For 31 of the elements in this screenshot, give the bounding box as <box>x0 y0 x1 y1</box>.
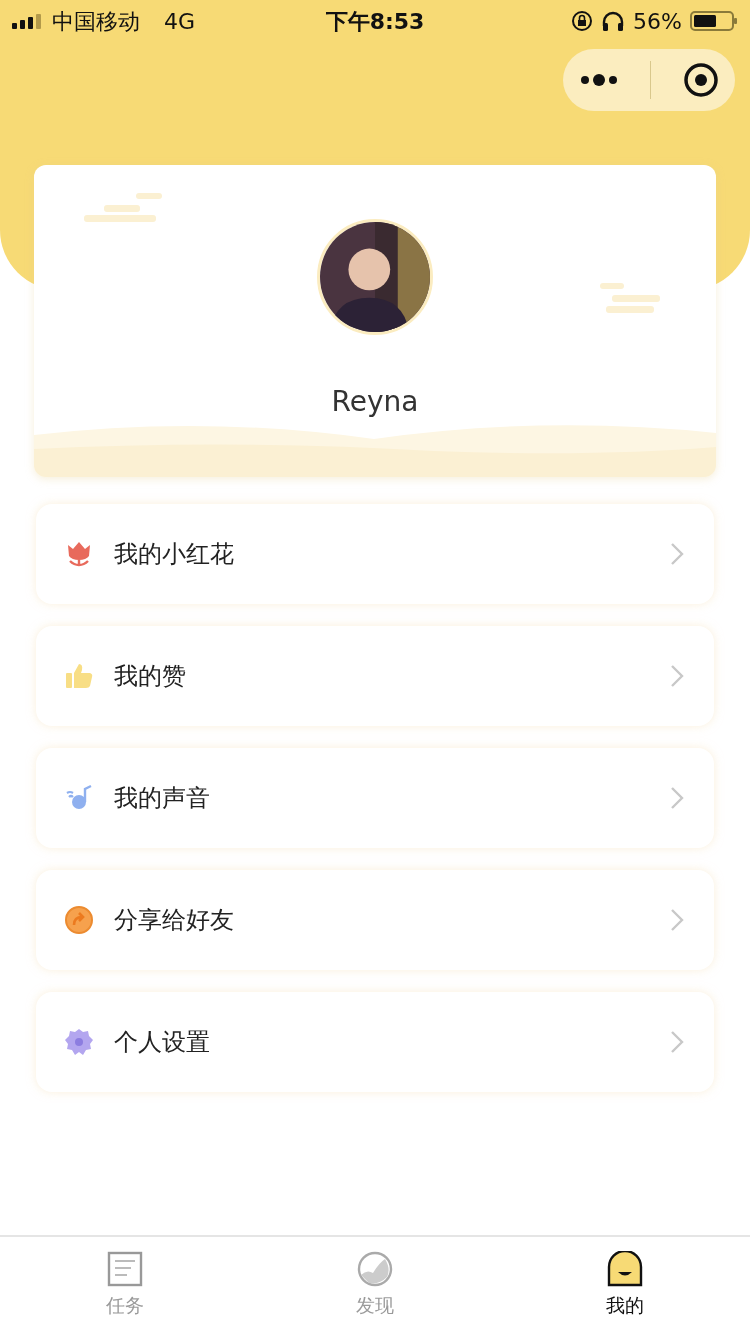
thumbs-up-icon <box>64 661 94 691</box>
headphones-icon <box>601 10 626 32</box>
chevron-icon <box>670 1030 684 1054</box>
target-icon <box>683 62 720 98</box>
menu-item[interactable]: 我的声音 <box>36 748 714 848</box>
tab-button[interactable]: 我的 <box>500 1237 750 1334</box>
globe-icon <box>357 1251 393 1288</box>
menu-item[interactable]: 我的赞 <box>36 626 714 726</box>
share-icon <box>64 905 94 935</box>
chevron-icon <box>670 908 684 932</box>
rotation-lock-icon <box>571 10 594 32</box>
battery-percent: 56% <box>633 7 682 36</box>
status-time: 下午8:53 <box>324 7 426 36</box>
cloud-drawing <box>600 283 662 315</box>
menu-item[interactable]: 我的小红花 <box>36 504 714 604</box>
user-name: Reyna <box>330 384 420 420</box>
carrier-name: 中国移动 <box>52 7 140 36</box>
close-button[interactable] <box>683 62 720 98</box>
battery-icon <box>690 10 738 32</box>
smiley-icon <box>607 1251 643 1288</box>
menu-item[interactable]: 个人设置 <box>36 992 714 1092</box>
document-icon <box>107 1251 143 1288</box>
chevron-icon <box>670 542 684 566</box>
chevron-icon <box>670 786 684 810</box>
chevron-icon <box>670 664 684 688</box>
settings-icon <box>64 1027 94 1057</box>
menu-item[interactable]: 分享给好友 <box>36 870 714 970</box>
more-button[interactable] <box>578 72 619 88</box>
network-type: 4G <box>164 7 196 36</box>
signal-icon <box>12 13 44 29</box>
more-icon <box>578 72 619 88</box>
